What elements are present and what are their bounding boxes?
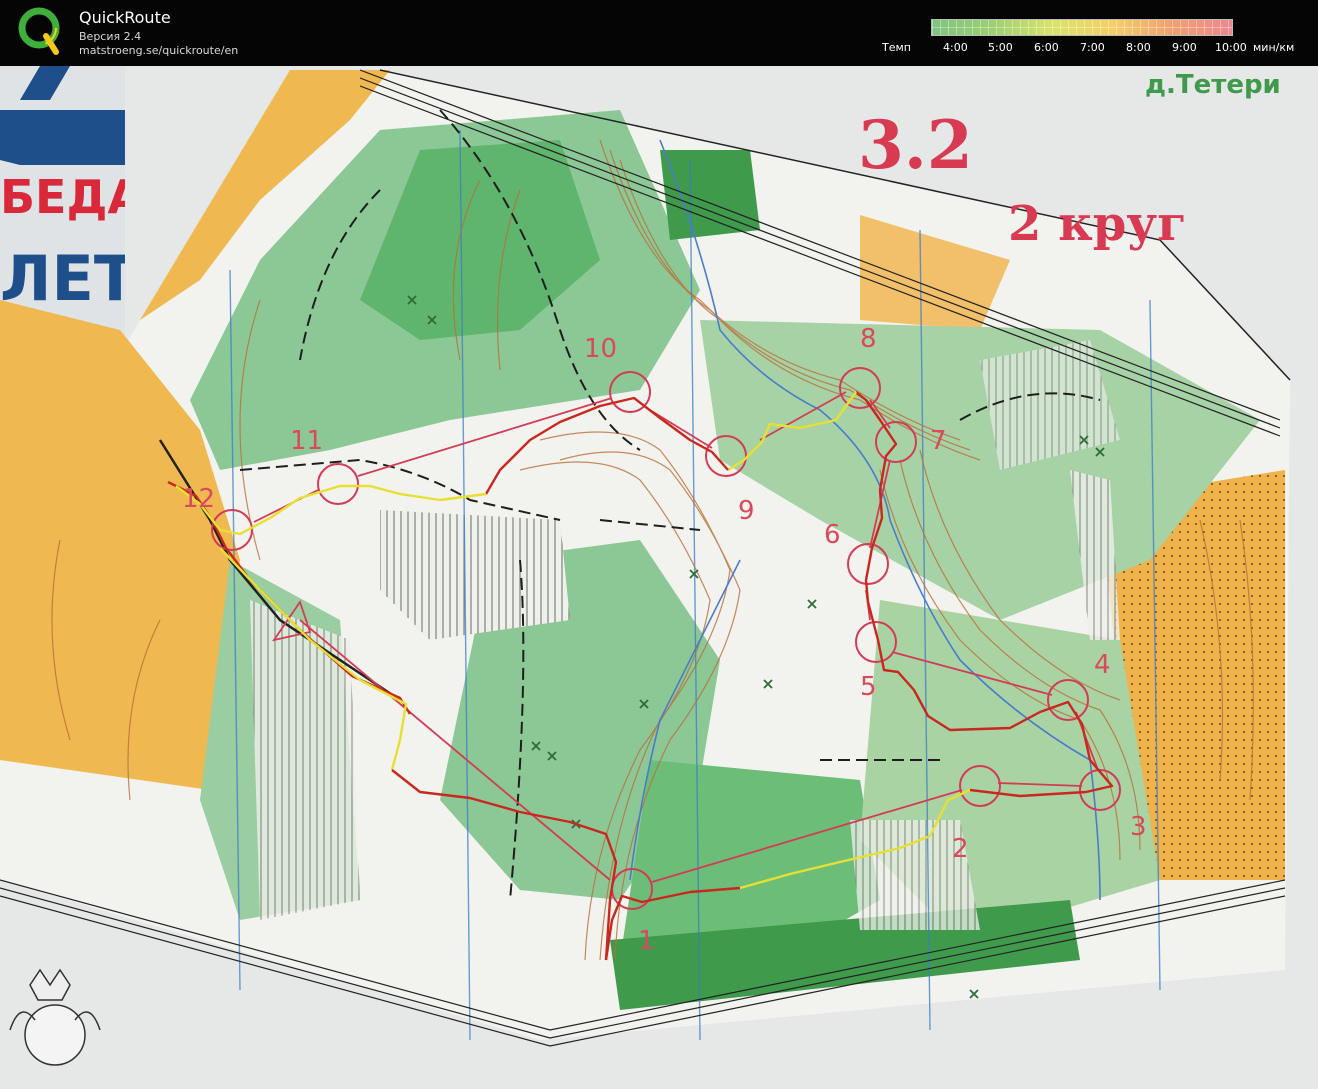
- pace-tick: 8:00: [1126, 41, 1151, 54]
- control-number: 7: [930, 426, 947, 456]
- app-title: QuickRoute: [79, 8, 171, 27]
- pace-color-scale: [931, 19, 1233, 36]
- banner-text-1: БЕДА!: [0, 170, 125, 224]
- control-number: 5: [860, 672, 877, 702]
- control-number: 8: [860, 324, 877, 354]
- pace-tick: 7:00: [1080, 41, 1105, 54]
- lap-label: 2 круг: [1008, 196, 1187, 252]
- pace-tick: 6:00: [1034, 41, 1059, 54]
- app-header: QuickRoute Версия 2.4 matstroeng.se/quic…: [0, 0, 1318, 66]
- control-number: 12: [182, 484, 216, 514]
- control-number: 10: [584, 334, 618, 364]
- pace-tick: 4:00: [943, 41, 968, 54]
- control-number: 4: [1094, 650, 1111, 680]
- app-url[interactable]: matstroeng.se/quickroute/en: [79, 44, 238, 57]
- pace-label: Темп: [882, 41, 911, 54]
- course-label: 3.2: [858, 106, 973, 184]
- control-number: 1: [638, 926, 655, 956]
- pace-tick: 10:00: [1215, 41, 1247, 54]
- control-number: 3: [1130, 812, 1147, 842]
- control-number: 11: [290, 426, 324, 456]
- app-version: Версия 2.4: [79, 30, 142, 43]
- control-number: 6: [824, 520, 841, 550]
- quickroute-logo-icon: [18, 7, 60, 55]
- control-number: 2: [952, 834, 969, 864]
- pace-unit: мин/км: [1253, 41, 1295, 54]
- banner-text-2: ЛЕТ: [0, 242, 125, 315]
- pace-tick: 9:00: [1172, 41, 1197, 54]
- orienteering-map[interactable]: д.Тетери 3.2 2 круг БЕДА! ЛЕТ 1 2 3 4 5 …: [0, 66, 1318, 1089]
- control-number: 9: [738, 496, 755, 526]
- village-label: д.Тетери: [1145, 70, 1281, 100]
- pace-tick: 5:00: [988, 41, 1013, 54]
